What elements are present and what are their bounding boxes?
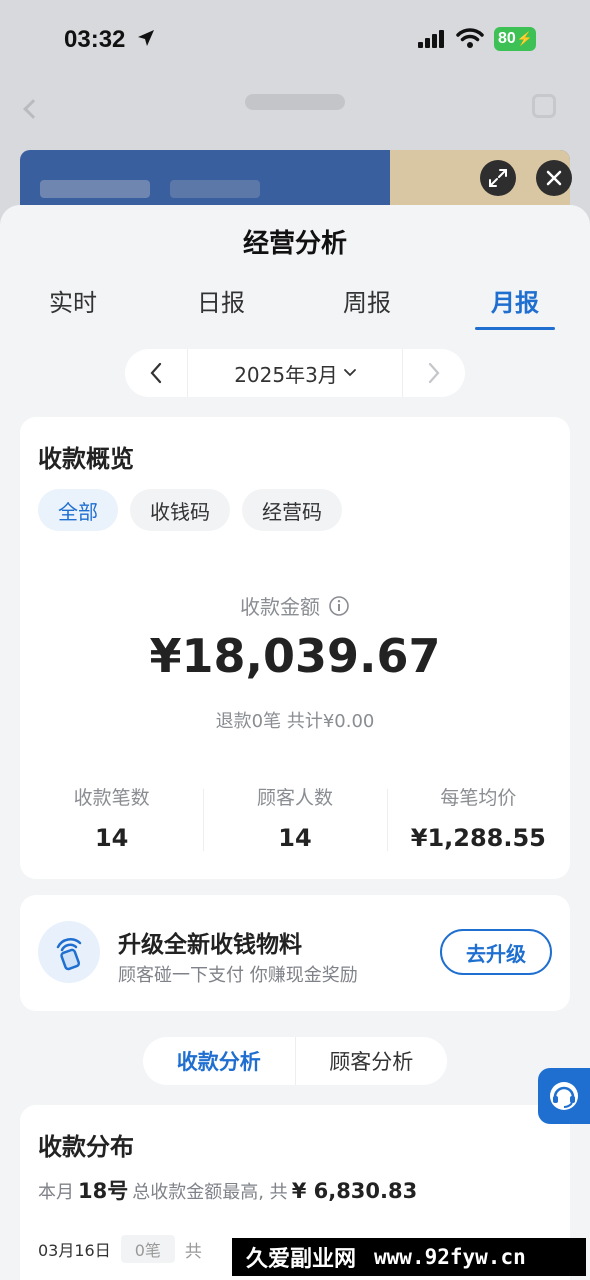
watermark-site-name: 久爱副业网 <box>246 1247 357 1272</box>
chip-payment-code[interactable]: 收钱码 <box>130 489 230 531</box>
close-button[interactable] <box>536 160 572 196</box>
tab-weekly[interactable]: 周报 <box>312 283 422 318</box>
stat-value: ¥1,288.55 <box>410 824 546 852</box>
stat-label: 顾客人数 <box>256 787 333 809</box>
status-bar: 03:32 80 ⚡ <box>0 0 590 80</box>
summary-day: 18号 <box>78 1179 129 1203</box>
background-navbar <box>0 80 590 150</box>
row-count: 0笔 <box>120 1235 175 1263</box>
info-icon[interactable] <box>328 595 350 617</box>
tab-daily[interactable]: 日报 <box>166 283 276 318</box>
battery-level: 80 <box>498 30 516 47</box>
cellular-signal-icon <box>418 30 444 48</box>
chevron-right-icon <box>428 362 440 384</box>
month-picker: 2025年3月 <box>125 349 465 397</box>
chevron-left-icon <box>150 362 162 384</box>
upgrade-title: 升级全新收钱物料 <box>118 932 302 958</box>
prev-month-button[interactable] <box>125 349 187 397</box>
tab-collection-analysis[interactable]: 收款分析 <box>143 1046 295 1076</box>
total-amount: ¥18,039.67 <box>149 629 441 683</box>
tab-monthly[interactable]: 月报 <box>460 283 570 318</box>
stat-value: 14 <box>94 824 129 852</box>
stats-row: 收款笔数 14 顾客人数 14 每笔均价 ¥1,288.55 <box>20 781 570 861</box>
distribution-row: 03月16日 0笔 共 <box>38 1235 202 1263</box>
summary-prefix: 本月 <box>38 1182 74 1203</box>
sheet-title: 经营分析 <box>242 229 347 259</box>
overview-title: 收款概览 <box>38 445 134 473</box>
amount-label-row: 收款金额 <box>20 591 570 620</box>
charging-bolt-icon: ⚡ <box>516 31 533 46</box>
amount-label: 收款金额 <box>240 595 320 619</box>
banner-text-block <box>170 180 260 198</box>
banner-text-block <box>40 180 150 198</box>
stat-customers: 顾客人数 14 <box>203 781 386 861</box>
background-title-placeholder <box>245 94 345 110</box>
watermark-url: www.92fyw.cn <box>374 1245 526 1269</box>
chip-all[interactable]: 全部 <box>38 489 118 531</box>
upgrade-button[interactable]: 去升级 <box>440 929 552 975</box>
close-icon <box>546 170 562 186</box>
customer-service-button[interactable] <box>538 1068 590 1124</box>
summary-mid: 总收款金额最高, 共 <box>132 1182 288 1203</box>
stat-transactions: 收款笔数 14 <box>20 781 203 861</box>
distribution-summary: 本月 18号 总收款金额最高, 共 ¥ 6,830.83 <box>38 1175 417 1205</box>
analysis-sheet: 经营分析 实时 日报 周报 月报 2025年3月 收款概览 全部 收钱码 经营码… <box>0 205 590 1280</box>
upgrade-promo-card: 升级全新收钱物料 顾客碰一下支付 你赚现金奖励 去升级 <box>20 895 570 1011</box>
headset-icon <box>550 1082 578 1110</box>
chip-business-code[interactable]: 经营码 <box>242 489 342 531</box>
location-arrow-icon <box>138 30 154 46</box>
next-month-button[interactable] <box>403 349 465 397</box>
month-label: 2025年3月 <box>234 362 338 387</box>
back-icon <box>23 99 43 119</box>
watermark: 久爱副业网 www.92fyw.cn <box>232 1238 586 1276</box>
upgrade-description: 顾客碰一下支付 你赚现金奖励 <box>118 965 358 986</box>
battery-indicator: 80 ⚡ <box>494 27 536 51</box>
collection-overview-card: 收款概览 全部 收钱码 经营码 收款金额 ¥18,039.67 退款0笔 共计¥… <box>20 417 570 879</box>
menu-icon <box>532 94 556 118</box>
report-tabs: 实时 日报 周报 月报 <box>0 283 590 333</box>
tab-realtime[interactable]: 实时 <box>18 283 128 318</box>
active-tab-indicator <box>475 327 555 330</box>
expand-button[interactable] <box>480 160 516 196</box>
channel-filter: 全部 收钱码 经营码 <box>38 489 342 531</box>
stat-label: 收款笔数 <box>73 787 150 809</box>
row-date: 03月16日 <box>38 1241 111 1260</box>
row-total: 共 <box>184 1241 202 1262</box>
distribution-title: 收款分布 <box>38 1133 134 1161</box>
refund-summary: 退款0笔 共计¥0.00 <box>215 711 375 732</box>
summary-amount: ¥ 6,830.83 <box>291 1179 418 1203</box>
expand-icon <box>489 169 507 187</box>
stat-value: 14 <box>278 824 312 852</box>
wifi-icon <box>456 28 484 48</box>
chevron-down-icon <box>343 369 356 377</box>
stat-average: 每笔均价 ¥1,288.55 <box>386 781 570 861</box>
month-selector[interactable]: 2025年3月 <box>188 359 402 388</box>
analysis-segment: 收款分析 顾客分析 <box>143 1037 447 1085</box>
status-time: 03:32 <box>64 26 126 53</box>
tab-customer-analysis[interactable]: 顾客分析 <box>296 1046 448 1076</box>
tap-to-pay-icon <box>38 921 100 983</box>
stat-label: 每笔均价 <box>440 787 517 809</box>
